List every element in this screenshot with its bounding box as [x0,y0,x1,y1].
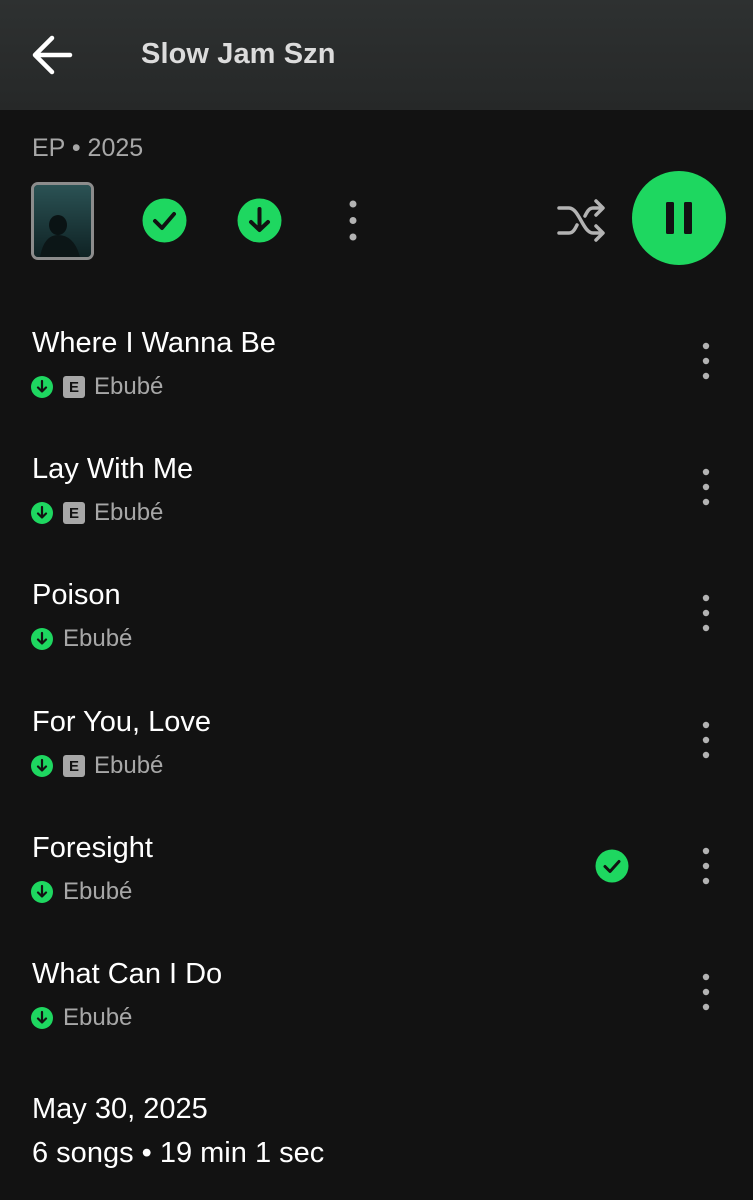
top-bar: Slow Jam Szn [0,0,753,110]
track-subtitle: E Ebubé [31,499,163,527]
album-meta: EP • 2025 [32,134,144,162]
track-title: Where I Wanna Be [32,327,276,359]
track-artist[interactable]: Ebubé [63,878,132,906]
album-cover-thumbnail[interactable] [31,182,94,260]
track-artist[interactable]: Ebubé [63,625,132,653]
explicit-badge: E [63,376,85,398]
track-subtitle: Ebubé [31,625,132,653]
album-page: Slow Jam Szn EP • 2025 Where I Wanna Be … [0,0,753,1200]
download-circle-icon[interactable] [237,198,282,243]
more-vertical-icon[interactable] [338,198,368,243]
cover-art-image [34,185,91,257]
track-row[interactable]: What Can I Do Ebubé [0,958,753,1084]
downloaded-icon [31,1007,53,1029]
track-title: Lay With Me [32,453,194,485]
more-vertical-icon[interactable] [693,593,719,633]
track-subtitle: E Ebubé [31,752,163,780]
track-artist[interactable]: Ebubé [63,1004,132,1032]
downloaded-icon [31,376,53,398]
track-title: What Can I Do [32,958,223,990]
track-subtitle: E Ebubé [31,373,163,401]
back-arrow-icon[interactable] [28,32,76,78]
track-row[interactable]: For You, Love E Ebubé [0,706,753,832]
album-summary: 6 songs • 19 min 1 sec [32,1137,325,1169]
downloaded-icon [31,881,53,903]
more-vertical-icon[interactable] [693,846,719,886]
more-vertical-icon[interactable] [693,720,719,760]
check-circle-icon[interactable] [142,198,187,243]
track-artist[interactable]: Ebubé [94,373,163,401]
track-subtitle: Ebubé [31,1004,132,1032]
release-date: May 30, 2025 [32,1093,208,1125]
downloaded-icon [31,628,53,650]
check-circle-icon[interactable] [595,849,629,883]
explicit-badge: E [63,755,85,777]
track-artist[interactable]: Ebubé [94,752,163,780]
track-row[interactable]: Poison Ebubé [0,579,753,705]
more-vertical-icon[interactable] [693,467,719,507]
page-title: Slow Jam Szn [141,38,336,70]
pause-icon [666,202,692,234]
more-vertical-icon[interactable] [693,341,719,381]
track-row[interactable]: Where I Wanna Be E Ebubé [0,327,753,453]
track-row[interactable]: Lay With Me E Ebubé [0,453,753,579]
track-subtitle: Ebubé [31,878,132,906]
downloaded-icon [31,755,53,777]
track-row[interactable]: Foresight Ebubé [0,832,753,958]
more-vertical-icon[interactable] [693,972,719,1012]
track-title: Poison [32,579,121,611]
track-title: Foresight [32,832,153,864]
explicit-badge: E [63,502,85,524]
pause-button[interactable] [632,171,726,265]
downloaded-icon [31,502,53,524]
track-artist[interactable]: Ebubé [94,499,163,527]
track-title: For You, Love [32,706,211,738]
shuffle-icon[interactable] [555,198,607,243]
